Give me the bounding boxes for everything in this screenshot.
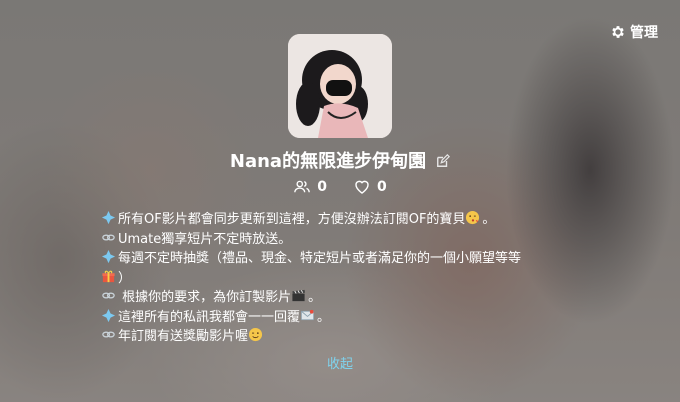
likes-count: 0 [377,179,387,195]
kissing-face-icon [466,210,480,225]
sparkle-diamond-icon [101,308,116,322]
edit-icon[interactable] [436,154,451,168]
winking-face-icon [248,327,263,342]
collapse-link[interactable]: 收起 [0,353,680,372]
bio-line: Umate獨享短片不定時放送。 [101,230,571,250]
envelope-icon [301,309,314,320]
gear-icon [612,26,624,38]
users-icon [294,180,311,193]
bio-line: 年訂閱有送獎勵影片喔 [101,327,571,347]
profile-screen: 管理 Nana的無限進步伊甸園 0 0 所有OF影片都會同步更新到這裡，方便沒辦… [0,0,680,402]
bio-line: 這裡所有的私訊我都會一一回覆。 [101,308,571,328]
sparkle-diamond-icon [101,210,116,225]
likes-stat[interactable]: 0 [353,178,387,196]
bio-line: 每週不定時抽獎（禮品、現金、特定短片或者滿足你的一個小願望等等 [101,249,571,269]
followers-count: 0 [317,179,327,195]
profile-title-row: Nana的無限進步伊甸園 [0,147,680,173]
profile-stats: 0 0 [0,178,680,196]
profile-bio: 所有OF影片都會同步更新到這裡，方便沒辦法訂閱OF的寶貝。 Umate獨享短片不… [101,210,571,347]
avatar-image [288,34,392,138]
followers-stat[interactable]: 0 [293,178,327,196]
manage-label: 管理 [630,25,658,41]
link-icon [102,331,115,338]
avatar[interactable] [288,34,392,138]
bio-line: ） [101,269,571,289]
clapper-board-icon [292,289,306,302]
manage-button[interactable]: 管理 [610,22,658,42]
gift-icon [102,270,115,282]
link-icon [102,292,115,299]
link-icon [102,234,115,240]
bio-line: 根據你的要求，為你訂製影片。 [101,288,571,308]
heart-icon [355,180,369,194]
bio-line: 所有OF影片都會同步更新到這裡，方便沒辦法訂閱OF的寶貝。 [101,210,571,230]
profile-name: Nana的無限進步伊甸園 [229,151,427,172]
sparkle-diamond-icon [101,249,116,264]
